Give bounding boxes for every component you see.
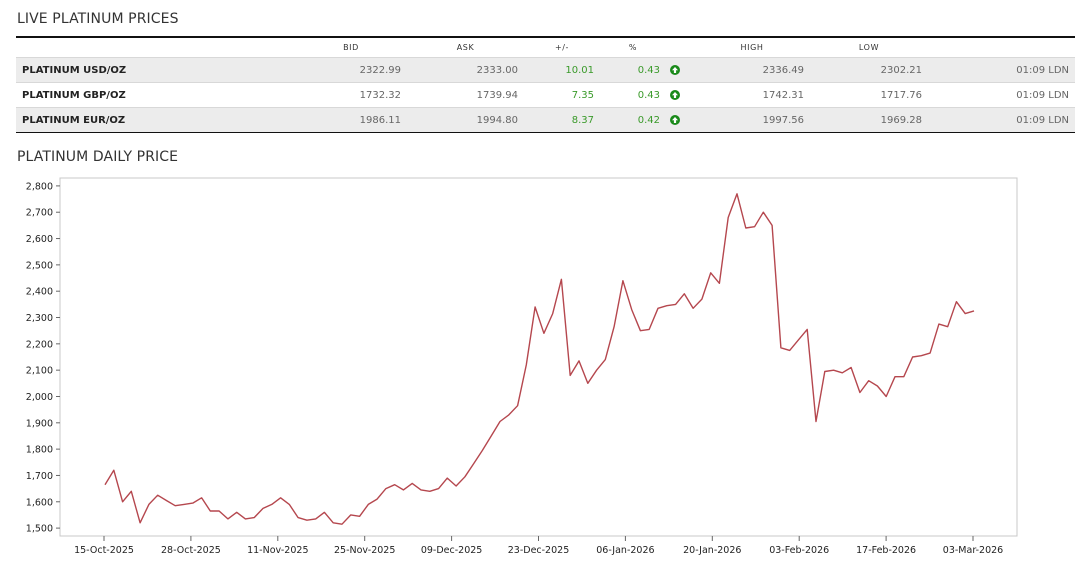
- x-tick-label: 25-Nov-2025: [334, 545, 395, 556]
- y-tick-label: 1,600: [26, 497, 53, 508]
- table-header-row: BID ASK +/- % HIGH LOW: [16, 36, 1075, 58]
- arrow-up-circle-icon: [670, 114, 680, 125]
- row-time: 01:09 LDN: [928, 57, 1075, 83]
- row-ask: 1994.80: [407, 107, 524, 133]
- low-header: LOW: [810, 36, 928, 58]
- y-tick-label: 2,800: [26, 181, 53, 192]
- row-ask: 2333.00: [407, 57, 524, 83]
- row-bid: 1732.32: [295, 82, 407, 108]
- row-time: 01:09 LDN: [928, 82, 1075, 108]
- y-tick-label: 2,600: [26, 234, 53, 245]
- row-low: 1717.76: [810, 82, 928, 108]
- table-row: PLATINUM EUR/OZ 1986.11 1994.80 8.37 0.4…: [16, 107, 1075, 133]
- row-pct: 0.43: [600, 57, 666, 83]
- x-tick-label: 11-Nov-2025: [247, 545, 308, 556]
- row-name: PLATINUM GBP/OZ: [16, 82, 295, 108]
- live-prices-table: BID ASK +/- % HIGH LOW PLATINUM USD/OZ 2…: [16, 36, 1075, 133]
- y-tick-label: 2,000: [26, 392, 53, 403]
- row-time: 01:09 LDN: [928, 107, 1075, 133]
- arrow-up-circle-icon: [670, 64, 680, 75]
- pct-header: %: [600, 36, 666, 58]
- x-tick-label: 15-Oct-2025: [74, 545, 134, 556]
- bid-header: BID: [295, 36, 407, 58]
- daily-price-chart: 1,500 1,600 1,700 1,800 1,900 2,000 2,100 2,200…: [26, 177, 1018, 556]
- y-tick-label: 2,700: [26, 208, 53, 219]
- x-tick-label: 09-Dec-2025: [421, 545, 483, 556]
- x-tick-label: 03-Mar-2026: [943, 545, 1003, 556]
- row-low: 2302.21: [810, 57, 928, 83]
- y-tick-label: 1,700: [26, 471, 53, 482]
- y-tick-label: 1,900: [26, 418, 53, 429]
- row-high: 1742.31: [694, 82, 810, 108]
- name-header: [16, 36, 295, 58]
- y-tick-label: 2,500: [26, 260, 53, 271]
- y-tick-label: 2,200: [26, 339, 53, 350]
- row-high: 2336.49: [694, 57, 810, 83]
- row-change: 8.37: [524, 107, 600, 133]
- time-header: [928, 36, 1075, 58]
- row-change: 10.01: [524, 57, 600, 83]
- row-trend: [666, 57, 694, 83]
- arrow-header: [666, 36, 694, 58]
- x-tick-label: 20-Jan-2026: [683, 545, 741, 556]
- x-tick-label: 23-Dec-2025: [508, 545, 570, 556]
- x-tick-label: 17-Feb-2026: [856, 545, 916, 556]
- y-tick-label: 2,400: [26, 287, 53, 298]
- row-change: 7.35: [524, 82, 600, 108]
- daily-price-title: PLATINUM DAILY PRICE: [17, 149, 179, 165]
- plot-area: [59, 177, 1018, 537]
- row-high: 1997.56: [694, 107, 810, 133]
- row-name: PLATINUM USD/OZ: [16, 57, 295, 83]
- high-header: HIGH: [694, 36, 810, 58]
- live-prices-title: LIVE PLATINUM PRICES: [17, 11, 179, 27]
- row-trend: [666, 107, 694, 133]
- change-header: +/-: [524, 36, 600, 58]
- row-pct: 0.42: [600, 107, 666, 133]
- row-trend: [666, 82, 694, 108]
- y-tick-label: 1,500: [26, 524, 53, 535]
- y-tick-label: 2,300: [26, 313, 53, 324]
- y-tick-label: 2,100: [26, 366, 53, 377]
- row-low: 1969.28: [810, 107, 928, 133]
- row-pct: 0.43: [600, 82, 666, 108]
- ask-header: ASK: [407, 36, 524, 58]
- row-name: PLATINUM EUR/OZ: [16, 107, 295, 133]
- y-tick-label: 1,800: [26, 445, 53, 456]
- x-tick-label: 03-Feb-2026: [769, 545, 829, 556]
- arrow-up-circle-icon: [670, 89, 680, 100]
- row-bid: 1986.11: [295, 107, 407, 133]
- table-row: PLATINUM GBP/OZ 1732.32 1739.94 7.35 0.4…: [16, 82, 1075, 108]
- x-tick-label: 28-Oct-2025: [161, 545, 221, 556]
- row-bid: 2322.99: [295, 57, 407, 83]
- row-ask: 1739.94: [407, 82, 524, 108]
- table-row: PLATINUM USD/OZ 2322.99 2333.00 10.01 0.…: [16, 57, 1075, 83]
- x-tick-label: 06-Jan-2026: [596, 545, 654, 556]
